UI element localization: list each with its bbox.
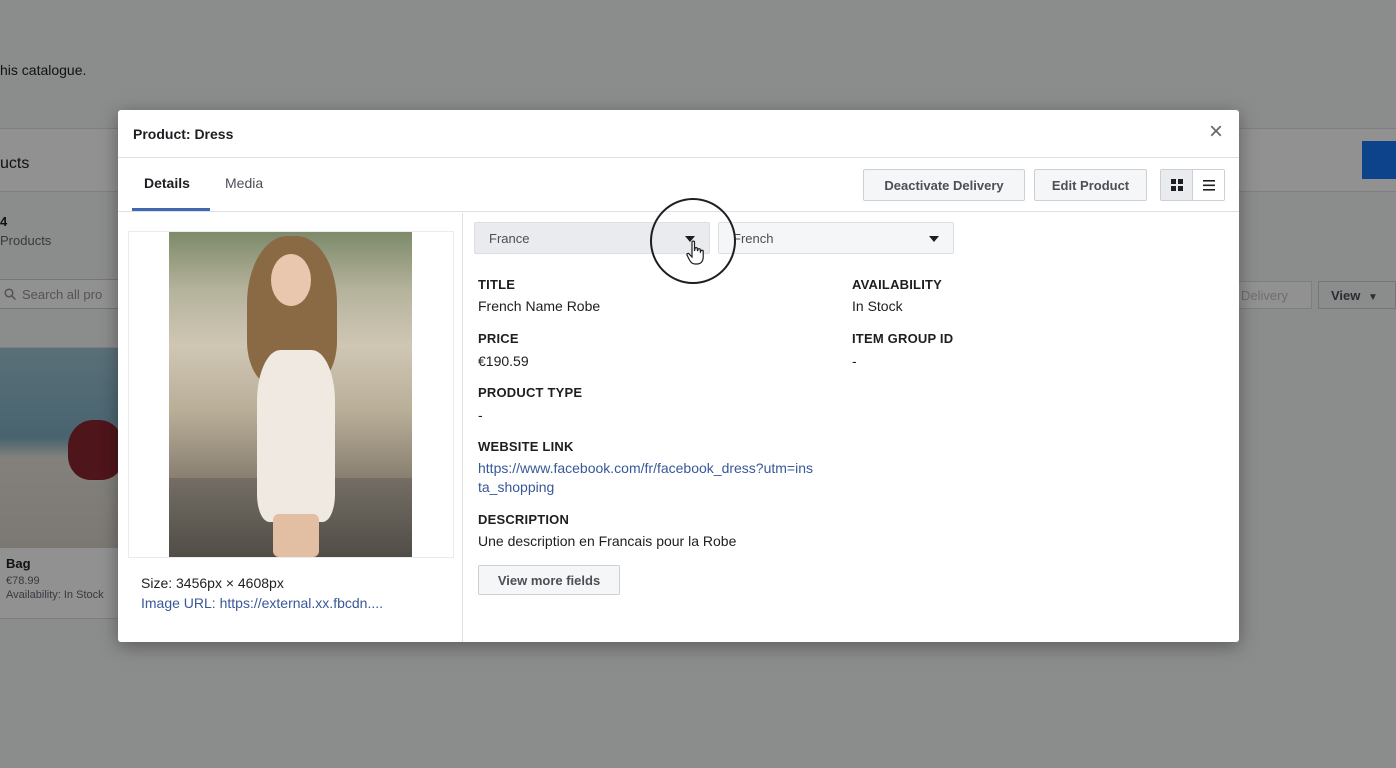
title-value: French Name Robe <box>478 298 601 314</box>
product-image-frame <box>128 231 454 558</box>
modal-header: Product: Dress × <box>118 110 1239 158</box>
availability-value: In Stock <box>852 298 903 314</box>
language-select[interactable]: French <box>718 222 954 254</box>
tab-media[interactable]: Media <box>225 175 263 191</box>
description-value: Une description en Francais pour la Robe <box>478 533 737 549</box>
list-view-button[interactable] <box>1193 170 1224 200</box>
product-modal: Product: Dress × Details Media Deactivat… <box>118 110 1239 642</box>
country-select-value: France <box>489 231 530 246</box>
caret-down-icon <box>929 236 939 242</box>
website-link-label: WEBSITE LINK <box>478 439 574 454</box>
modal-title: Product: Dress <box>133 126 234 142</box>
price-label: PRICE <box>478 331 519 346</box>
item-group-id-label: ITEM GROUP ID <box>852 331 954 346</box>
image-url-link[interactable]: Image URL: https://external.xx.fbcdn.... <box>141 595 383 611</box>
product-image[interactable] <box>169 232 412 557</box>
close-icon[interactable]: × <box>1205 120 1227 144</box>
image-size-text: Size: 3456px × 4608px <box>141 575 284 591</box>
deactivate-delivery-button[interactable]: Deactivate Delivery <box>863 169 1025 201</box>
item-group-id-value: - <box>852 353 857 369</box>
list-icon <box>1202 179 1215 191</box>
description-label: DESCRIPTION <box>478 512 570 527</box>
view-toggle <box>1160 169 1225 201</box>
tab-details[interactable]: Details <box>144 175 190 191</box>
active-tab-indicator <box>132 208 210 211</box>
media-panel: Size: 3456px × 4608px Image URL: https:/… <box>118 213 463 642</box>
details-panel: France French TITLE French Name Robe PRI… <box>464 213 1239 642</box>
website-link[interactable]: https://www.facebook.com/fr/facebook_dre… <box>478 459 813 497</box>
product-type-value: - <box>478 407 483 423</box>
price-value: €190.59 <box>478 353 529 369</box>
view-more-fields-button[interactable]: View more fields <box>478 565 620 595</box>
grid-icon <box>1170 179 1183 191</box>
edit-product-button[interactable]: Edit Product <box>1034 169 1147 201</box>
pointer-hand-icon <box>686 240 704 265</box>
language-select-value: French <box>733 231 774 246</box>
title-label: TITLE <box>478 277 516 292</box>
availability-label: AVAILABILITY <box>852 277 943 292</box>
grid-view-button[interactable] <box>1161 170 1193 200</box>
product-type-label: PRODUCT TYPE <box>478 385 583 400</box>
